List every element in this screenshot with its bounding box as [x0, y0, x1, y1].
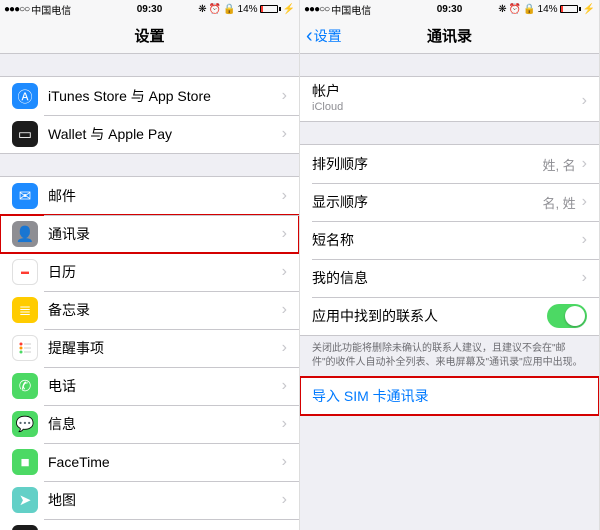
- row-label: 信息: [48, 414, 282, 434]
- footnote: 关闭此功能将删除未确认的联系人建议，且建议不会在"邮件"的收件人自动补全列表、来…: [300, 336, 599, 376]
- chevron-right-icon: ›: [582, 193, 587, 211]
- battery-pct: 14%: [538, 4, 558, 15]
- back-label: 设置: [314, 26, 342, 46]
- status-bar: ●●●○○ 中国电信 09:30 ❋ ⏰ 🔒 14% ⚡: [0, 0, 299, 18]
- row-my-info[interactable]: 我的信息 ›: [300, 259, 599, 297]
- chevron-right-icon: ›: [282, 453, 287, 471]
- chevron-right-icon: ›: [282, 301, 287, 319]
- mail-icon: ✉: [12, 183, 38, 209]
- signal-icon: ●●●○○: [304, 4, 329, 15]
- battery-pct: 14%: [238, 4, 258, 15]
- reminders-icon: [12, 335, 38, 361]
- row-label: 帐户: [312, 81, 582, 101]
- contacts-settings-list[interactable]: 帐户 iCloud › 排列顺序 姓, 名 › 显示顺序 名, 姓 › 短名称 …: [300, 54, 599, 530]
- compass-icon: ✦: [12, 525, 38, 530]
- row-itunes-appstore[interactable]: Ⓐ iTunes Store 与 App Store ›: [0, 77, 299, 115]
- row-contacts[interactable]: 👤 通讯录 ›: [0, 215, 299, 253]
- row-account[interactable]: 帐户 iCloud ›: [300, 77, 599, 121]
- wallet-icon: ▭: [12, 121, 38, 147]
- row-label: 短名称: [312, 230, 582, 250]
- row-label: 提醒事项: [48, 338, 282, 358]
- row-detail: 名, 姓: [542, 193, 575, 212]
- chevron-right-icon: ›: [282, 339, 287, 357]
- alarm-icon: ⏰: [509, 4, 521, 15]
- appstore-icon: Ⓐ: [12, 83, 38, 109]
- row-reminders[interactable]: 提醒事项 ›: [0, 329, 299, 367]
- facetime-icon: ■: [12, 449, 38, 475]
- charging-icon: ⚡: [583, 4, 595, 15]
- chevron-right-icon: ›: [282, 187, 287, 205]
- row-detail: iCloud: [312, 101, 582, 113]
- loading-icon: ❋: [198, 4, 206, 15]
- page-title: 设置: [134, 25, 164, 46]
- row-label: iTunes Store 与 App Store: [48, 86, 282, 106]
- chevron-left-icon: ‹: [306, 26, 313, 46]
- battery-icon: [560, 5, 581, 13]
- alarm-icon: ⏰: [209, 4, 221, 15]
- page-title: 通讯录: [427, 25, 472, 46]
- messages-icon: 💬: [12, 411, 38, 437]
- row-notes[interactable]: ≣ 备忘录 ›: [0, 291, 299, 329]
- row-label: 显示顺序: [312, 192, 542, 212]
- loading-icon: ❋: [498, 4, 506, 15]
- row-compass[interactable]: ✦ 指南针 ›: [0, 519, 299, 530]
- carrier: 中国电信: [331, 2, 371, 17]
- row-calendar[interactable]: ▬ 日历 ›: [0, 253, 299, 291]
- row-label: 电话: [48, 376, 282, 396]
- row-label: 邮件: [48, 186, 282, 206]
- row-label: FaceTime: [48, 454, 282, 470]
- row-sort-order[interactable]: 排列顺序 姓, 名 ›: [300, 145, 599, 183]
- row-label: Wallet 与 Apple Pay: [48, 124, 282, 144]
- chevron-right-icon: ›: [282, 415, 287, 433]
- chevron-right-icon: ›: [282, 125, 287, 143]
- contacts-icon: 👤: [12, 221, 38, 247]
- row-label: 地图: [48, 490, 282, 510]
- found-toggle[interactable]: [547, 304, 587, 328]
- row-wallet[interactable]: ▭ Wallet 与 Apple Pay ›: [0, 115, 299, 153]
- row-detail: 姓, 名: [542, 155, 575, 174]
- row-short-name[interactable]: 短名称 ›: [300, 221, 599, 259]
- chevron-right-icon: ›: [582, 231, 587, 249]
- row-label: 备忘录: [48, 300, 282, 320]
- row-label: 排列顺序: [312, 154, 542, 174]
- chevron-right-icon: ›: [282, 87, 287, 105]
- row-found-in-apps[interactable]: 应用中找到的联系人: [300, 297, 599, 335]
- row-facetime[interactable]: ■ FaceTime ›: [0, 443, 299, 481]
- status-bar: ●●●○○ 中国电信 09:30 ❋ ⏰ 🔒 14% ⚡: [300, 0, 599, 18]
- navbar: ‹ 设置 通讯录: [300, 18, 599, 54]
- row-label: 导入 SIM 卡通讯录: [312, 386, 587, 406]
- row-label: 应用中找到的联系人: [312, 306, 547, 326]
- chevron-right-icon: ›: [582, 92, 587, 110]
- contacts-settings-screen: ●●●○○ 中国电信 09:30 ❋ ⏰ 🔒 14% ⚡ ‹ 设置 通讯录: [300, 0, 600, 530]
- row-maps[interactable]: ➤ 地图 ›: [0, 481, 299, 519]
- carrier: 中国电信: [31, 2, 71, 17]
- row-label: 日历: [48, 262, 282, 282]
- row-mail[interactable]: ✉ 邮件 ›: [0, 177, 299, 215]
- chevron-right-icon: ›: [282, 491, 287, 509]
- row-display-order[interactable]: 显示顺序 名, 姓 ›: [300, 183, 599, 221]
- calendar-icon: ▬: [12, 259, 38, 285]
- battery-icon: [260, 5, 281, 13]
- lock-icon: 🔒: [523, 4, 535, 15]
- charging-icon: ⚡: [283, 4, 295, 15]
- navbar: 设置: [0, 18, 299, 54]
- settings-list[interactable]: Ⓐ iTunes Store 与 App Store › ▭ Wallet 与 …: [0, 54, 299, 530]
- row-messages[interactable]: 💬 信息 ›: [0, 405, 299, 443]
- chevron-right-icon: ›: [582, 155, 587, 173]
- chevron-right-icon: ›: [282, 377, 287, 395]
- back-button[interactable]: ‹ 设置: [306, 26, 342, 46]
- chevron-right-icon: ›: [582, 269, 587, 287]
- lock-icon: 🔒: [223, 4, 235, 15]
- chevron-right-icon: ›: [282, 225, 287, 243]
- signal-icon: ●●●○○: [4, 4, 29, 15]
- row-import-sim[interactable]: 导入 SIM 卡通讯录: [300, 377, 599, 415]
- chevron-right-icon: ›: [282, 263, 287, 281]
- phone-icon: ✆: [12, 373, 38, 399]
- settings-screen: ●●●○○ 中国电信 09:30 ❋ ⏰ 🔒 14% ⚡ 设置 Ⓐ iTunes…: [0, 0, 300, 530]
- row-phone[interactable]: ✆ 电话 ›: [0, 367, 299, 405]
- maps-icon: ➤: [12, 487, 38, 513]
- notes-icon: ≣: [12, 297, 38, 323]
- row-label: 通讯录: [48, 224, 282, 244]
- row-label: 我的信息: [312, 268, 582, 288]
